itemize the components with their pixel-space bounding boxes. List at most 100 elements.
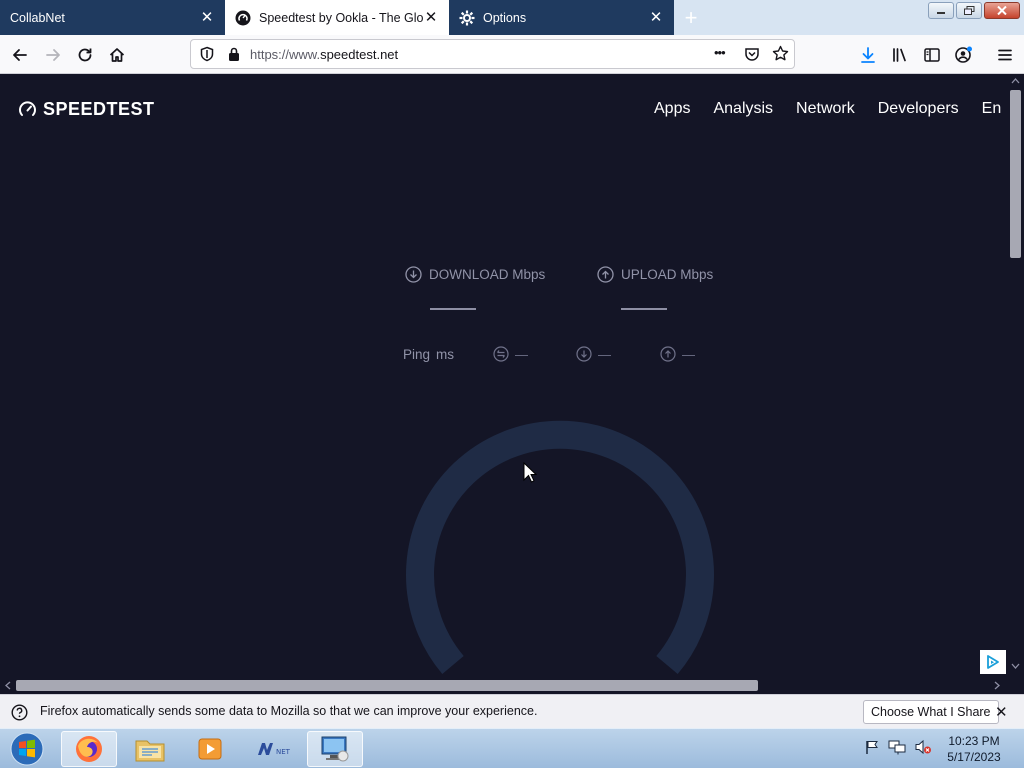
window-close-button[interactable] xyxy=(984,2,1020,19)
taskbar-remote-desktop[interactable] xyxy=(307,731,363,767)
downloads-button[interactable] xyxy=(853,40,883,70)
ping-upload-icon xyxy=(660,346,676,362)
reload-button[interactable] xyxy=(70,40,100,70)
speedtest-favicon-icon xyxy=(235,10,251,26)
restore-button[interactable] xyxy=(956,2,982,19)
bookmark-star-icon[interactable] xyxy=(772,45,789,67)
screen: CollabNet ✕ Speedtest by Ookla - The Glo… xyxy=(0,0,1024,768)
tab-strip: CollabNet ✕ Speedtest by Ookla - The Glo… xyxy=(0,0,1024,35)
page-actions-button[interactable]: ••• xyxy=(714,45,726,60)
firefox-icon xyxy=(76,736,102,762)
new-tab-button[interactable]: + xyxy=(676,0,706,35)
tab-title: CollabNet xyxy=(10,10,65,25)
dotnet-icon: NET xyxy=(258,743,290,756)
speedtest-logo[interactable]: SPEEDTEST xyxy=(18,99,155,120)
vertical-scrollbar[interactable] xyxy=(1007,74,1024,677)
ping-jitter-value: — xyxy=(515,346,528,362)
upload-arrow-icon xyxy=(597,266,614,283)
network-icon[interactable] xyxy=(888,739,906,755)
ping-label: Ping xyxy=(403,347,431,362)
download-header: DOWNLOAD Mbps xyxy=(405,266,545,283)
nav-network[interactable]: Network xyxy=(796,100,855,118)
back-button[interactable] xyxy=(5,40,35,70)
sidebar-icon xyxy=(924,48,940,62)
help-circle-icon xyxy=(11,704,28,721)
sidebar-button[interactable] xyxy=(917,40,947,70)
url-bar[interactable]: https://www.speedtest.net ••• xyxy=(190,39,795,69)
pocket-icon[interactable] xyxy=(744,46,760,67)
logo-text: SPEEDTEST xyxy=(43,99,155,119)
ping-upload: — xyxy=(660,346,695,362)
media-player-icon xyxy=(198,738,222,760)
ping-jitter: — xyxy=(493,346,528,362)
upload-value-placeholder xyxy=(621,308,667,310)
tab-collabnet[interactable]: CollabNet ✕ xyxy=(0,0,225,35)
action-center-flag-icon[interactable] xyxy=(864,739,880,755)
tab-speedtest[interactable]: Speedtest by Ookla - The Glob ✕ xyxy=(225,0,449,35)
library-button[interactable] xyxy=(885,40,915,70)
notification-close-icon[interactable]: ✕ xyxy=(995,703,1008,721)
home-icon xyxy=(109,48,125,62)
taskbar-dotnet[interactable]: NET xyxy=(245,731,301,767)
ping-upload-value: — xyxy=(682,346,695,362)
account-icon xyxy=(955,46,972,63)
upload-header: UPLOAD Mbps xyxy=(597,266,713,283)
lock-icon[interactable] xyxy=(227,46,241,67)
system-tray xyxy=(864,739,932,755)
url-text[interactable]: https://www.speedtest.net xyxy=(250,47,398,62)
forward-button[interactable] xyxy=(38,40,68,70)
download-icon xyxy=(861,47,875,63)
tab-close-icon[interactable]: ✕ xyxy=(423,10,439,26)
speed-gauge xyxy=(406,420,714,675)
system-clock[interactable]: 10:23 PM 5/17/2023 xyxy=(940,733,1008,765)
navigation-toolbar: https://www.speedtest.net ••• xyxy=(0,35,1024,74)
window-controls xyxy=(928,2,1020,19)
reload-icon xyxy=(78,48,92,62)
taskbar-firefox[interactable] xyxy=(61,731,117,767)
tracking-shield-icon[interactable] xyxy=(199,46,215,67)
windows-taskbar: NET 10:23 PM 5/17/2023 xyxy=(0,728,1024,768)
clock-date: 5/17/2023 xyxy=(947,750,1001,764)
download-value-placeholder xyxy=(430,308,476,310)
taskbar-media-player[interactable] xyxy=(182,731,238,767)
tab-close-icon[interactable]: ✕ xyxy=(199,10,215,26)
site-nav: Apps Analysis Network Developers En xyxy=(654,100,1001,118)
library-icon xyxy=(893,48,906,62)
restore-icon xyxy=(963,6,974,15)
home-button[interactable] xyxy=(102,40,132,70)
tab-options[interactable]: Options ✕ xyxy=(449,0,674,35)
svg-text:NET: NET xyxy=(276,748,290,756)
data-collection-notification: Firefox automatically sends some data to… xyxy=(0,694,1024,728)
account-button[interactable] xyxy=(949,40,979,70)
clock-time: 10:23 PM xyxy=(948,734,1000,748)
choose-what-i-share-button[interactable]: Choose What I Share xyxy=(863,700,999,724)
hamburger-menu-icon xyxy=(998,49,1012,61)
taskbar-file-explorer[interactable] xyxy=(122,731,178,767)
tab-close-icon[interactable]: ✕ xyxy=(648,10,664,26)
upload-label: UPLOAD Mbps xyxy=(621,267,714,282)
scroll-left-icon xyxy=(5,681,11,690)
speedtest-page: SPEEDTEST Apps Analysis Network Develope… xyxy=(0,74,1007,677)
menu-button[interactable] xyxy=(990,40,1020,70)
horizontal-scroll-thumb[interactable] xyxy=(16,680,758,691)
close-icon xyxy=(997,6,1007,15)
minimize-button[interactable] xyxy=(928,2,954,19)
jitter-icon xyxy=(493,346,509,362)
back-arrow-icon xyxy=(13,49,27,61)
nav-language[interactable]: En xyxy=(982,100,1002,118)
ping-label-group: Ping ms xyxy=(403,347,454,362)
ad-choices-badge[interactable] xyxy=(980,650,1006,674)
horizontal-scrollbar[interactable] xyxy=(0,677,1007,694)
volume-muted-icon[interactable] xyxy=(914,739,932,755)
speedtest-logo-icon xyxy=(19,101,36,116)
ping-download-icon xyxy=(576,346,592,362)
windows-logo-icon xyxy=(10,732,44,766)
start-button[interactable] xyxy=(6,730,48,768)
nav-developers[interactable]: Developers xyxy=(878,100,959,118)
vertical-scroll-thumb[interactable] xyxy=(1010,90,1021,258)
url-prefix: https://www. xyxy=(250,47,321,62)
nav-apps[interactable]: Apps xyxy=(654,100,690,118)
tab-title: Options xyxy=(483,10,527,25)
nav-analysis[interactable]: Analysis xyxy=(713,100,773,118)
ping-download: — xyxy=(576,346,611,362)
